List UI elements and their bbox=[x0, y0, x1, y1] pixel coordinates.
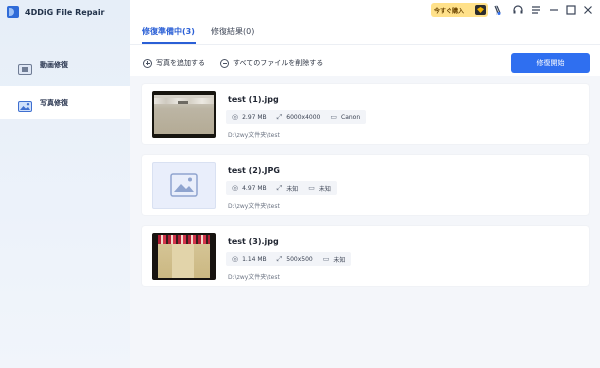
sidebar-item-label: 動画修復 bbox=[40, 61, 68, 69]
camera-icon: ▭ bbox=[308, 184, 315, 192]
file-name: test (2).JPG bbox=[228, 166, 280, 175]
remove-all-label: すべてのファイルを削除する bbox=[233, 59, 324, 67]
tabs-divider bbox=[130, 44, 600, 45]
tab-repair-results[interactable]: 修復結果(0) bbox=[211, 26, 254, 37]
file-resolution: 未知 bbox=[286, 185, 299, 193]
start-repair-button[interactable]: 修復開始 bbox=[511, 53, 590, 73]
close-icon[interactable] bbox=[582, 4, 594, 16]
sidebar-item-video-repair[interactable]: 動画修復 bbox=[0, 50, 130, 80]
resolution-icon: ⤢ bbox=[276, 183, 283, 192]
sidebar-item-photo-repair[interactable]: 写真修復 bbox=[0, 86, 130, 119]
file-meta: ◎ 1.14 MB ⤢ 500x500 ▭ 未知 bbox=[226, 252, 352, 266]
menu-icon[interactable] bbox=[530, 4, 542, 16]
film-icon bbox=[18, 60, 32, 75]
file-name: test (1).jpg bbox=[228, 95, 279, 104]
file-camera: 未知 bbox=[333, 256, 346, 264]
app-logo: 4DDiG File Repair bbox=[7, 6, 105, 18]
remove-all-button[interactable]: すべてのファイルを削除する bbox=[220, 58, 323, 68]
wrench-icon[interactable] bbox=[492, 4, 504, 16]
camera-icon: ▭ bbox=[322, 255, 330, 263]
storage-icon: ◎ bbox=[232, 184, 239, 192]
image-placeholder-icon bbox=[152, 162, 216, 209]
resolution-icon: ⤢ bbox=[276, 112, 283, 121]
file-resolution: 6000x4000 bbox=[286, 113, 321, 121]
storage-icon: ◎ bbox=[232, 255, 239, 263]
plus-circle-icon bbox=[143, 58, 152, 68]
add-photo-label: 写真を追加する bbox=[156, 59, 205, 67]
headset-icon[interactable] bbox=[512, 4, 524, 16]
buy-now-label: 今すぐ購入 bbox=[434, 7, 465, 15]
file-meta: ◎ 4.97 MB ⤢ 未知 ▭ 未知 bbox=[226, 181, 337, 195]
sidebar-item-label: 写真修復 bbox=[40, 98, 68, 107]
app-logo-icon bbox=[7, 6, 19, 18]
file-path: D:\zwy文件夹\test bbox=[228, 274, 280, 281]
buy-now-button[interactable]: 今すぐ購入 bbox=[431, 3, 488, 17]
file-resolution: 500x500 bbox=[286, 255, 313, 263]
storage-icon: ◎ bbox=[232, 113, 239, 121]
file-thumbnail bbox=[152, 91, 216, 138]
file-size: 4.97 MB bbox=[242, 184, 267, 192]
camera-icon: ▭ bbox=[330, 113, 337, 121]
file-path: D:\zwy文件夹\test bbox=[228, 132, 280, 139]
file-camera: 未知 bbox=[318, 185, 331, 193]
file-card[interactable]: test (1).jpg ◎ 2.97 MB ⤢ 6000x4000 ▭ Canon … bbox=[142, 84, 589, 144]
file-camera: Canon bbox=[341, 113, 361, 121]
maximize-icon[interactable] bbox=[565, 4, 577, 16]
image-icon bbox=[18, 97, 32, 112]
file-card[interactable]: test (2).JPG ◎ 4.97 MB ⤢ 未知 ▭ 未知 D:\zwy文件夹\… bbox=[142, 155, 589, 215]
minimize-icon[interactable] bbox=[548, 4, 560, 16]
gem-icon bbox=[475, 5, 486, 15]
sidebar: 4DDiG File Repair 動画修復 写真修復 bbox=[0, 0, 130, 368]
file-size: 2.97 MB bbox=[242, 113, 267, 121]
app-title: 4DDiG File Repair bbox=[25, 7, 105, 17]
file-thumbnail bbox=[152, 233, 216, 280]
resolution-icon: ⤢ bbox=[276, 254, 283, 263]
tab-repair-pending[interactable]: 修復準備中(3) bbox=[142, 26, 195, 37]
file-card[interactable]: test (3).jpg ◎ 1.14 MB ⤢ 500x500 ▭ 未知 D:\zw… bbox=[142, 226, 589, 286]
file-path: D:\zwy文件夹\test bbox=[228, 203, 280, 210]
minus-circle-icon bbox=[220, 58, 229, 68]
add-photo-button[interactable]: 写真を追加する bbox=[143, 58, 205, 68]
file-size: 1.14 MB bbox=[242, 255, 267, 263]
file-name: test (3).jpg bbox=[228, 237, 279, 246]
file-meta: ◎ 2.97 MB ⤢ 6000x4000 ▭ Canon bbox=[226, 110, 367, 124]
